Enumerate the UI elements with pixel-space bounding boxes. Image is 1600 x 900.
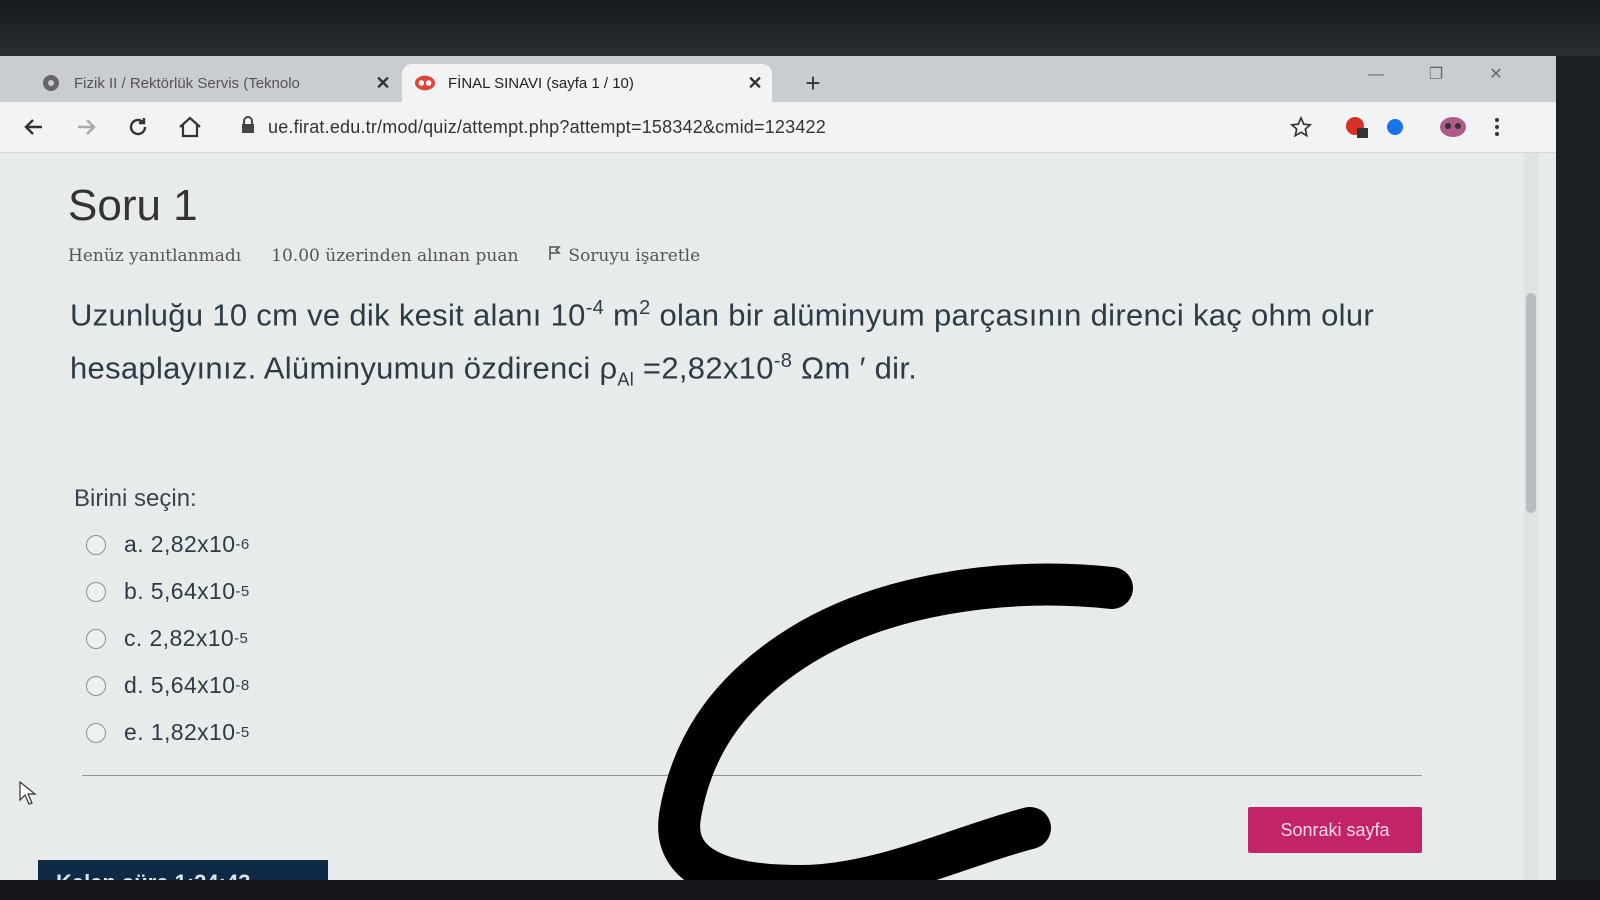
- home-icon[interactable]: [174, 112, 206, 142]
- question-subscript: Al: [617, 369, 635, 390]
- profile-avatar-icon[interactable]: [1438, 112, 1468, 142]
- answer-option-e[interactable]: e. 1,82x10 -5: [86, 709, 250, 756]
- question-points: 10.00 üzerinden alınan puan: [271, 245, 519, 266]
- flag-icon: [548, 245, 562, 266]
- menu-kebab-icon[interactable]: [1482, 112, 1512, 142]
- answer-label: e. 1,82x10: [124, 719, 236, 745]
- question-title: Soru 1: [68, 181, 198, 230]
- browser-window: Fizik II / Rektörlük Servis (Teknolo ✕ F…: [0, 56, 1556, 886]
- mouse-cursor-icon: [19, 780, 37, 805]
- radio-button[interactable]: [86, 581, 106, 602]
- answer-label: a. 2,82x10: [124, 531, 236, 557]
- question-text-part: m: [604, 297, 640, 333]
- flag-question-link[interactable]: Soruyu işaretle: [548, 245, 700, 266]
- answer-exponent: -5: [234, 630, 249, 647]
- quiz-page: Soru 1 Henüz yanıtlanmadı 10.00 üzerinde…: [0, 153, 1556, 886]
- browser-toolbar: ue.firat.edu.tr/mod/quiz/attempt.php?att…: [0, 102, 1556, 153]
- url-text: ue.firat.edu.tr/mod/quiz/attempt.php?att…: [268, 116, 826, 137]
- question-divider: [82, 775, 1422, 776]
- lock-icon: [240, 115, 256, 139]
- radio-button[interactable]: [86, 675, 106, 696]
- question-text-part: Ωm ′ dir.: [792, 350, 918, 386]
- question-info: Henüz yanıtlanmadı 10.00 üzerinden alına…: [68, 245, 700, 266]
- answer-option-b[interactable]: b. 5,64x10 -5: [86, 568, 250, 615]
- answer-label: d. 5,64x10: [124, 672, 236, 698]
- reload-icon[interactable]: [122, 112, 154, 142]
- restore-icon[interactable]: ❐: [1416, 62, 1456, 88]
- monitor-bezel-bottom: [0, 880, 1600, 900]
- answer-list: a. 2,82x10 -6 b. 5,64x10 -5 c. 2,82x10 -5 d…: [86, 521, 250, 756]
- question-text-part: Uzunluğu 10 cm ve dik kesit alanı 10: [70, 297, 586, 333]
- tab-title: Fizik II / Rektörlük Servis (Teknolo: [74, 74, 300, 92]
- question-status: Henüz yanıtlanmadı: [68, 245, 242, 266]
- question-exponent: -4: [585, 297, 605, 319]
- answer-exponent: -5: [235, 724, 250, 741]
- radio-button[interactable]: [86, 534, 106, 555]
- close-window-icon[interactable]: ✕: [1476, 62, 1516, 88]
- tab-final-sinavi[interactable]: FİNAL SINAVI (sayfa 1 / 10) ✕: [402, 64, 772, 102]
- question-text-part: =2,82x10: [634, 350, 774, 386]
- flag-label: Soruyu işaretle: [568, 245, 701, 266]
- answer-exponent: -6: [235, 536, 250, 553]
- answer-option-c[interactable]: c. 2,82x10 -5: [86, 615, 250, 662]
- scrollbar-thumb[interactable]: [1526, 293, 1536, 513]
- answer-prompt: Birini seçin:: [74, 485, 197, 512]
- tab-close-icon[interactable]: ✕: [366, 73, 400, 94]
- extension-icon[interactable]: [1342, 112, 1372, 142]
- answer-exponent: -8: [235, 677, 250, 694]
- minimize-icon[interactable]: —: [1356, 62, 1396, 88]
- tab-fizik[interactable]: Fizik II / Rektörlük Servis (Teknolo ✕: [28, 64, 400, 102]
- moodle-favicon-icon: [414, 72, 436, 94]
- next-page-button[interactable]: Sonraki sayfa: [1248, 807, 1422, 853]
- answer-label: b. 5,64x10: [124, 578, 236, 604]
- tab-strip: Fizik II / Rektörlük Servis (Teknolo ✕ F…: [0, 56, 1556, 102]
- back-icon[interactable]: [18, 112, 50, 142]
- answer-option-a[interactable]: a. 2,82x10 -6: [86, 521, 250, 568]
- tab-close-icon[interactable]: ✕: [738, 73, 772, 94]
- tab-title: FİNAL SINAVI (sayfa 1 / 10): [448, 74, 634, 92]
- answer-option-d[interactable]: d. 5,64x10 -8: [86, 662, 250, 709]
- radio-button[interactable]: [86, 628, 106, 649]
- extension-blue-icon[interactable]: [1380, 112, 1410, 142]
- question-exponent: 2: [639, 297, 651, 319]
- answer-label: c. 2,82x10: [124, 625, 235, 651]
- radio-button[interactable]: [86, 722, 106, 743]
- page-scrollbar[interactable]: [1524, 153, 1538, 886]
- question-exponent: -8: [773, 350, 793, 373]
- new-tab-button[interactable]: +: [798, 68, 828, 98]
- globe-favicon-icon: [40, 72, 62, 94]
- address-bar[interactable]: ue.firat.edu.tr/mod/quiz/attempt.php?att…: [240, 110, 1300, 144]
- bookmark-star-icon[interactable]: [1286, 112, 1316, 142]
- monitor-bezel-top: [0, 0, 1600, 56]
- answer-exponent: -5: [235, 583, 250, 600]
- forward-icon[interactable]: [70, 112, 102, 142]
- question-text: Uzunluğu 10 cm ve dik kesit alanı 10-4 m…: [70, 285, 1450, 403]
